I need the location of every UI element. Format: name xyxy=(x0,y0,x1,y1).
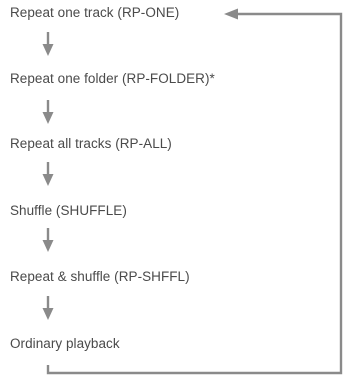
down-arrow-5 xyxy=(42,296,54,320)
down-arrow-4 xyxy=(42,228,54,252)
return-loop-arrow xyxy=(46,8,343,375)
step-repeat-one-track: Repeat one track (RP-ONE) xyxy=(10,5,180,20)
down-arrow-1 xyxy=(42,32,54,56)
flow-arrows xyxy=(42,8,343,375)
step-repeat-one-folder: Repeat one folder (RP-FOLDER)* xyxy=(10,71,215,86)
step-shuffle: Shuffle (SHUFFLE) xyxy=(10,203,127,218)
step-repeat-all-tracks: Repeat all tracks (RP-ALL) xyxy=(10,136,172,151)
down-arrow-2 xyxy=(42,100,54,124)
down-arrow-3 xyxy=(42,162,54,186)
step-repeat-and-shuffle: Repeat & shuffle (RP-SHFFL) xyxy=(10,269,190,284)
step-ordinary-playback: Ordinary playback xyxy=(10,336,120,351)
